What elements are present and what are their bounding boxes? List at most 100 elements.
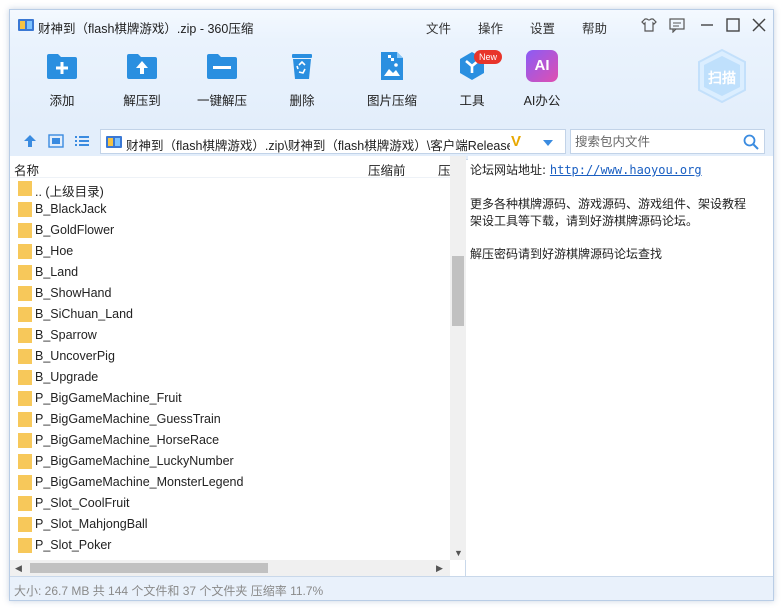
folder-icon (18, 286, 32, 301)
search-input[interactable] (575, 133, 735, 151)
window-title: 财神到（flash棋牌游戏）.zip - 360压缩 (38, 22, 254, 36)
table-row[interactable]: P_Slot_CoolFruit (10, 493, 450, 514)
maximize-icon[interactable] (724, 17, 742, 33)
table-row[interactable]: B_ShowHand (10, 283, 450, 304)
file-list-pane: 名称 压缩前 压 .. (上级目录) B_BlackJack B_GoldFlowe… (10, 156, 466, 576)
table-row[interactable]: B_SiChuan_Land (10, 304, 450, 325)
horizontal-scroll-thumb[interactable] (30, 563, 268, 573)
vertical-scroll-thumb[interactable] (452, 256, 464, 326)
file-name: P_BigGameMachine_GuessTrain (35, 412, 221, 426)
file-list-header: 名称 压缩前 压 (10, 156, 450, 178)
archive-app-icon (18, 19, 34, 31)
folder-icon (18, 538, 32, 553)
one-click-extract-label: 一键解压 (196, 94, 247, 108)
comment-line-2: 架设工具等下载，请到好游棋牌源码论坛。 (470, 214, 699, 228)
menu-settings[interactable]: 设置 (530, 18, 555, 37)
column-original-size[interactable]: 压缩前 (368, 160, 406, 177)
delete-button[interactable]: 删除 (266, 50, 338, 116)
file-name: B_Hoe (35, 244, 74, 258)
table-row[interactable]: P_BigGameMachine_LuckyNumber (10, 451, 450, 472)
image-compress-label: 图片压缩 (366, 94, 417, 108)
file-name: B_Land (35, 265, 79, 279)
folder-icon (18, 181, 32, 196)
image-compress-button[interactable]: 图片压缩 (356, 50, 428, 116)
app-window: 财神到（flash棋牌游戏）.zip - 360压缩 文件 操作 设置 帮助 添… (9, 9, 774, 601)
scroll-left-arrow-icon[interactable]: ◀ (15, 563, 22, 574)
address-bar-row: 财神到（flash棋牌游戏）.zip\财神到（flash棋牌游戏）\客户端Rel… (10, 122, 773, 160)
folder-icon (18, 391, 32, 406)
up-arrow-icon[interactable] (22, 134, 38, 148)
folder-icon (18, 517, 32, 532)
extract-to-button[interactable]: 解压到 (106, 50, 178, 116)
file-name: P_Slot_CoolFruit (35, 496, 130, 510)
forum-site-line: 论坛网站地址: http://www.haoyou.org (470, 161, 702, 178)
file-name: B_GoldFlower (35, 223, 115, 237)
folder-icon (18, 349, 32, 364)
menu-operation[interactable]: 操作 (478, 18, 503, 37)
table-row[interactable]: P_BigGameMachine_GuessTrain (10, 409, 450, 430)
title-bar: 财神到（flash棋牌游戏）.zip - 360压缩 文件 操作 设置 帮助 (10, 10, 773, 40)
table-row[interactable]: P_BigGameMachine_Fruit (10, 388, 450, 409)
close-icon[interactable] (750, 17, 768, 33)
file-name: P_BigGameMachine_Fruit (35, 391, 182, 405)
thumbnail-view-icon[interactable] (48, 134, 64, 148)
status-bar: 大小: 26.7 MB 共 144 个文件和 37 个文件夹 压缩率 11.7% (10, 576, 773, 600)
table-row[interactable]: P_Slot_MahjongBall (10, 514, 450, 535)
table-row[interactable]: B_Upgrade (10, 367, 450, 388)
folder-icon (18, 244, 32, 259)
folder-icon (18, 265, 32, 280)
file-name: B_Upgrade (35, 370, 99, 384)
add-button[interactable]: 添加 (26, 50, 98, 116)
file-name: B_BlackJack (35, 202, 107, 216)
scroll-down-arrow-icon[interactable]: ▼ (454, 548, 463, 558)
file-name: P_BigGameMachine_HorseRace (35, 433, 220, 447)
ai-office-icon: AI (526, 50, 558, 82)
vertical-scrollbar[interactable]: ▼ (450, 156, 466, 560)
file-name: P_Slot_Poker (35, 538, 112, 552)
forum-site-link[interactable]: http://www.haoyou.org (550, 163, 702, 177)
table-row[interactable]: P_BigGameMachine_MonsterLegend (10, 472, 450, 493)
minimize-icon[interactable] (698, 17, 716, 33)
folder-icon (18, 223, 32, 238)
folder-icon (18, 307, 32, 322)
search-icon[interactable] (743, 134, 759, 150)
table-row[interactable]: B_UncoverPig (10, 346, 450, 367)
file-name: B_Sparrow (35, 328, 97, 342)
folder-icon (18, 454, 32, 469)
menu-file[interactable]: 文件 (426, 18, 451, 37)
scan-button[interactable]: 扫描 (696, 48, 748, 104)
table-row[interactable]: P_BigGameMachine_HorseRace (10, 430, 450, 451)
horizontal-scrollbar[interactable]: ◀ ▶ (10, 560, 450, 576)
menu-help[interactable]: 帮助 (582, 18, 607, 37)
table-row[interactable]: B_BlackJack (10, 199, 450, 220)
one-click-extract-button[interactable]: 一键解压 (186, 50, 258, 116)
table-row[interactable]: B_GoldFlower (10, 220, 450, 241)
chevron-down-icon[interactable] (541, 138, 555, 148)
column-name[interactable]: 名称 (14, 160, 39, 177)
column-compressed-size[interactable]: 压 (438, 160, 450, 177)
file-list: .. (上级目录) B_BlackJack B_GoldFlower B_Hoe B_L… (10, 178, 450, 560)
scroll-right-arrow-icon[interactable]: ▶ (436, 563, 443, 574)
delete-label: 删除 (289, 94, 315, 108)
tools-label: 工具 (459, 94, 485, 108)
skin-shirt-icon[interactable] (640, 17, 658, 33)
table-row[interactable]: B_Sparrow (10, 325, 450, 346)
table-row[interactable]: .. (上级目录) (10, 178, 450, 199)
search-box (570, 129, 765, 154)
table-row[interactable]: B_Land (10, 262, 450, 283)
feedback-icon[interactable] (668, 17, 686, 33)
folder-icon (18, 202, 32, 217)
folder-icon (18, 475, 32, 490)
folder-icon (18, 433, 32, 448)
ai-office-button[interactable]: AI AI办公 (506, 50, 578, 116)
add-label: 添加 (49, 94, 75, 108)
file-name: .. (上级目录) (35, 185, 104, 199)
one-click-extract-icon (207, 54, 237, 79)
list-view-icon[interactable] (74, 134, 90, 148)
image-compress-icon (381, 52, 403, 80)
table-row[interactable]: B_Hoe (10, 241, 450, 262)
table-row[interactable]: P_Slot_Poker (10, 535, 450, 556)
file-name: B_ShowHand (35, 286, 112, 300)
folder-icon (18, 496, 32, 511)
path-field[interactable]: 财神到（flash棋牌游戏）.zip\财神到（flash棋牌游戏）\客户端Rel… (100, 129, 566, 154)
